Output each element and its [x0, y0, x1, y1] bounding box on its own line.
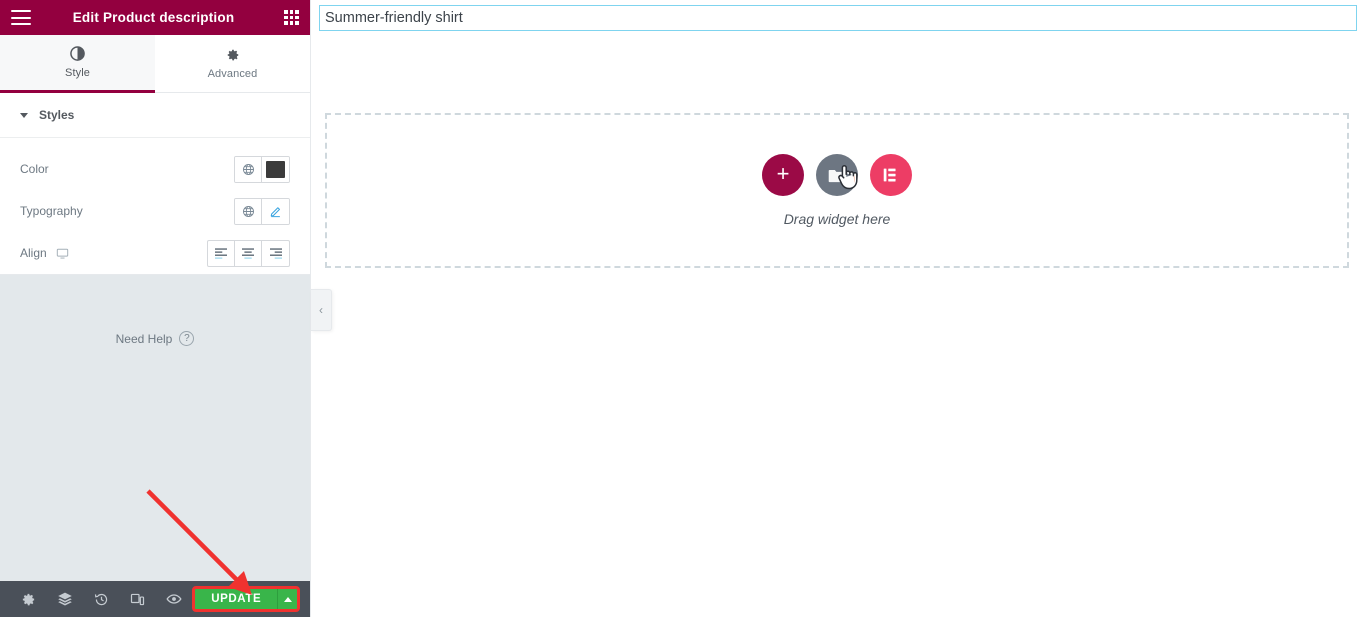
- caret-up-icon: [283, 596, 292, 602]
- update-button[interactable]: UPDATE: [195, 589, 278, 609]
- typography-control-group: [234, 197, 290, 225]
- preview-canvas: Summer-friendly shirt + Drag widget here: [311, 0, 1363, 617]
- color-control-group: [234, 155, 290, 183]
- pencil-icon[interactable]: [262, 198, 289, 224]
- align-left-button[interactable]: [208, 240, 235, 266]
- control-align-label: Align: [20, 246, 69, 260]
- styles-section-header[interactable]: Styles: [0, 93, 310, 138]
- color-swatch[interactable]: [262, 156, 289, 182]
- grid-icon[interactable]: [284, 10, 299, 25]
- title-input-value: Summer-friendly shirt: [325, 10, 463, 26]
- chevron-down-icon: [20, 112, 28, 118]
- monitor-icon[interactable]: [56, 247, 69, 260]
- editor-panel: Edit Product description Style Advanced …: [0, 0, 311, 617]
- dropzone-buttons: +: [762, 154, 912, 196]
- hamburger-icon[interactable]: [11, 10, 31, 25]
- settings-gear-icon[interactable]: [10, 592, 46, 607]
- hand-pointer-cursor: [834, 162, 860, 197]
- chevron-left-icon: ‹: [319, 303, 323, 317]
- page-title: Edit Product description: [72, 10, 235, 25]
- plus-icon: +: [776, 161, 790, 186]
- elementor-ai-button[interactable]: [870, 154, 912, 196]
- control-typography-label: Typography: [20, 204, 83, 218]
- widget-dropzone[interactable]: + Drag widget here: [325, 113, 1349, 268]
- control-align-text: Align: [20, 246, 47, 260]
- responsive-mode-icon[interactable]: [119, 592, 155, 607]
- elementor-logo-icon: [883, 168, 896, 182]
- control-color: Color: [20, 148, 290, 190]
- tab-advanced[interactable]: Advanced: [155, 35, 310, 93]
- styles-section-title: Styles: [39, 108, 75, 122]
- control-align: Align: [20, 232, 290, 274]
- navigator-layers-icon[interactable]: [46, 591, 82, 607]
- contrast-icon: [70, 46, 85, 61]
- align-center-button[interactable]: [235, 240, 262, 266]
- update-options-button[interactable]: [277, 589, 298, 609]
- question-circle-icon[interactable]: ?: [179, 331, 195, 346]
- control-typography: Typography: [20, 190, 290, 232]
- control-color-label: Color: [20, 162, 49, 176]
- panel-empty-area: Need Help ?: [0, 274, 310, 581]
- title-input[interactable]: Summer-friendly shirt: [319, 5, 1357, 31]
- history-clock-icon[interactable]: [83, 592, 119, 607]
- globe-icon[interactable]: [235, 198, 262, 224]
- panel-collapse-button[interactable]: ‹: [311, 289, 332, 331]
- panel-tabs: Style Advanced: [0, 35, 310, 93]
- add-template-button[interactable]: [816, 154, 858, 196]
- style-controls: Color Typography Align: [0, 138, 310, 274]
- tab-style-label: Style: [65, 67, 90, 79]
- need-help-link[interactable]: Need Help ?: [0, 331, 310, 346]
- dropzone-label: Drag widget here: [783, 211, 891, 227]
- align-button-group: [207, 239, 290, 267]
- need-help-label: Need Help: [115, 331, 173, 346]
- elementor-editor: Edit Product description Style Advanced …: [0, 0, 1363, 617]
- globe-icon[interactable]: [235, 156, 262, 182]
- tab-advanced-label: Advanced: [207, 67, 258, 80]
- panel-bottom-bar: UPDATE: [0, 581, 310, 617]
- add-widget-button[interactable]: +: [762, 154, 804, 196]
- tab-style[interactable]: Style: [0, 35, 155, 93]
- preview-eye-icon[interactable]: [156, 591, 192, 607]
- panel-header: Edit Product description: [0, 0, 310, 35]
- gear-icon: [226, 48, 240, 62]
- align-right-button[interactable]: [262, 241, 289, 266]
- update-button-group: UPDATE: [192, 586, 301, 612]
